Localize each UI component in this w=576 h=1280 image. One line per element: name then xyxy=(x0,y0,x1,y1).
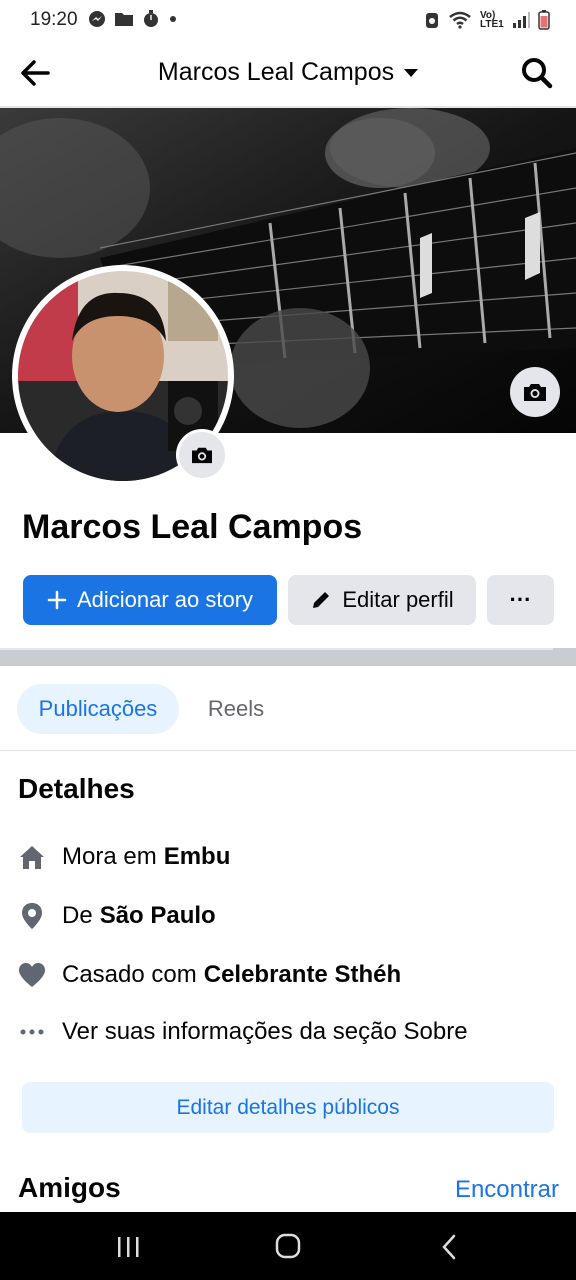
home-icon xyxy=(18,842,46,872)
edit-cover-camera-button[interactable] xyxy=(510,367,560,417)
search-icon[interactable] xyxy=(520,56,554,90)
status-time: 19:20 xyxy=(30,9,78,30)
tab-publicacoes[interactable]: Publicações xyxy=(17,684,179,734)
alarm-icon xyxy=(426,13,438,28)
pencil-icon xyxy=(310,589,332,611)
add-to-story-label: Adicionar ao story xyxy=(76,587,254,612)
detail-prefix: Casado com xyxy=(62,961,197,988)
messenger-icon xyxy=(89,11,105,27)
camera-icon xyxy=(524,384,546,401)
section-divider xyxy=(0,648,576,666)
add-to-story-button[interactable]: Adicionar ao story xyxy=(23,575,277,625)
detail-value: Embu xyxy=(163,843,231,870)
battery-icon xyxy=(538,10,550,30)
detail-row-see-about[interactable]: Ver suas informações da seção Sobre xyxy=(18,1017,468,1047)
tab-reels[interactable]: Reels xyxy=(190,684,282,734)
plus-icon xyxy=(47,590,67,610)
camera-icon xyxy=(192,447,212,464)
friends-heading: Amigos xyxy=(18,1172,121,1203)
folder-icon xyxy=(115,13,133,26)
profile-name: Marcos Leal Campos xyxy=(22,508,363,546)
profile-tabs: Publicações Reels xyxy=(0,666,576,751)
detail-row-relationship[interactable]: Casado com Celebrante Sthéh xyxy=(18,960,401,990)
more-options-button[interactable]: ··· xyxy=(487,575,554,625)
detail-row-lives-in[interactable]: Mora em Embu xyxy=(18,842,230,872)
timer-icon xyxy=(144,10,158,27)
wifi-icon xyxy=(449,11,471,29)
heart-icon xyxy=(18,960,46,990)
edit-public-details-button[interactable]: Editar detalhes públicos xyxy=(22,1082,554,1133)
status-bar: 19:20 Vo) LTE1 xyxy=(0,0,576,40)
more-dots-icon: ··· xyxy=(509,587,532,612)
signal-icon xyxy=(513,12,530,28)
system-navigation-bar xyxy=(0,1212,576,1280)
recent-apps-icon[interactable] xyxy=(110,1232,146,1262)
caret-down-icon xyxy=(404,69,419,78)
home-button-icon[interactable] xyxy=(270,1232,306,1262)
detail-prefix: Ver suas informações da seção Sobre xyxy=(62,1018,468,1045)
location-pin-icon xyxy=(18,901,46,931)
network-label: Vo) LTE1 xyxy=(480,10,504,30)
edit-profile-button[interactable]: Editar perfil xyxy=(288,575,476,625)
edit-profile-label: Editar perfil xyxy=(342,587,454,612)
detail-prefix: De xyxy=(62,902,93,929)
notification-icons xyxy=(88,10,178,28)
back-nav-icon[interactable] xyxy=(432,1232,468,1262)
detail-value: Celebrante Sthéh xyxy=(203,961,402,988)
details-heading: Detalhes xyxy=(18,773,135,804)
system-icons: Vo) LTE1 xyxy=(424,10,550,30)
profile-switcher[interactable]: Marcos Leal Campos xyxy=(0,58,576,87)
detail-value: São Paulo xyxy=(99,902,216,929)
dot-icon xyxy=(170,16,176,22)
edit-avatar-camera-button[interactable] xyxy=(176,429,228,481)
detail-row-from[interactable]: De São Paulo xyxy=(18,901,216,931)
detail-prefix: Mora em xyxy=(62,843,157,870)
page-title: Marcos Leal Campos xyxy=(157,58,395,86)
more-dots-icon xyxy=(18,1017,46,1047)
find-friends-link[interactable]: Encontrar xyxy=(455,1176,559,1204)
top-app-bar: Marcos Leal Campos xyxy=(0,40,576,108)
